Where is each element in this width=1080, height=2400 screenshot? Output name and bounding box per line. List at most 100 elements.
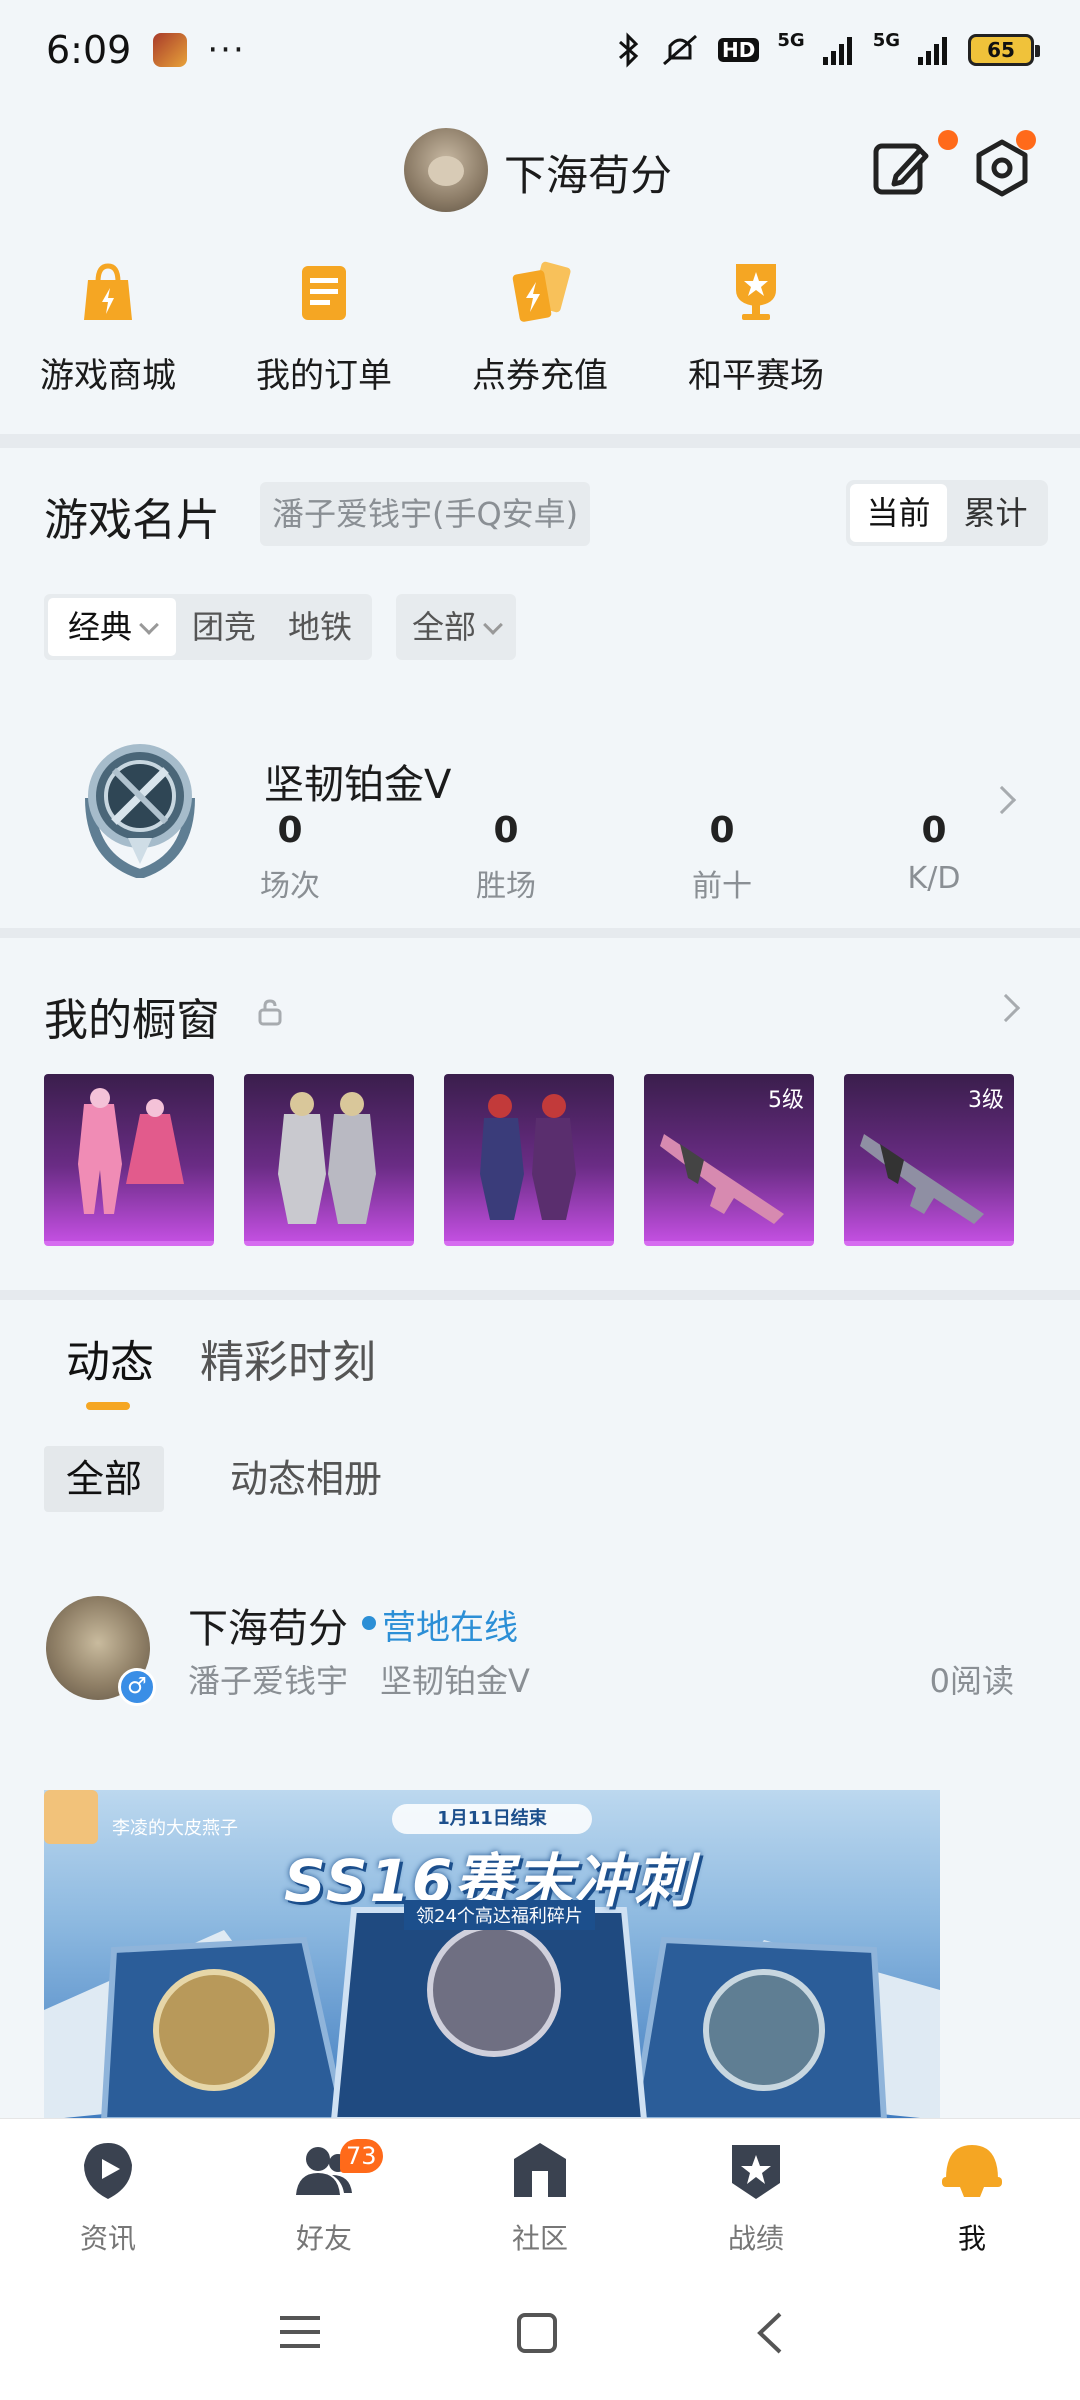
tab-highlights[interactable]: 精彩时刻	[200, 1326, 376, 1390]
showcase-more-arrow-icon[interactable]	[991, 993, 1021, 1023]
quick-menu: 游戏商城 我的订单 点券充值 和平赛场	[0, 260, 1080, 400]
showcase-item-rifle-gray[interactable]: 3级	[844, 1074, 1014, 1246]
helmet-icon	[942, 2145, 1002, 2197]
feed-tabs: 动态 精彩时刻	[66, 1326, 376, 1410]
quick-menu-peace-arena[interactable]: 和平赛场	[666, 260, 846, 397]
banner-date: 1月11日结束	[392, 1804, 592, 1834]
lock-icon[interactable]	[256, 998, 284, 1026]
nav-news[interactable]: 资讯	[48, 2139, 168, 2257]
nav-records[interactable]: 战绩	[696, 2139, 816, 2257]
profile-header: 下海苟分	[0, 120, 1080, 220]
home-square-icon[interactable]	[516, 2312, 558, 2354]
nav-label: 社区	[511, 2222, 568, 2255]
nav-label: 好友	[295, 2222, 352, 2255]
quick-menu-label: 和平赛场	[688, 356, 824, 396]
filter-team-deathmatch[interactable]: 团竞	[176, 598, 272, 656]
edit-icon	[873, 143, 929, 195]
male-gender-icon: ♂	[118, 1668, 156, 1706]
filter-metro[interactable]: 地铁	[272, 598, 368, 656]
filter-all[interactable]: 全部	[396, 594, 517, 660]
settings-button[interactable]	[970, 130, 1036, 200]
username: 下海苟分	[504, 151, 673, 200]
mode-filters: 经典 团竞 地铁 全部	[44, 594, 517, 660]
toggle-current[interactable]: 当前	[850, 484, 947, 542]
signal-icon-1	[822, 37, 852, 65]
status-time: 6:09	[46, 28, 132, 72]
item-level: 5级	[768, 1088, 804, 1113]
network-5g-label-1: 5G	[777, 29, 805, 51]
showcase-item-rifle-pink[interactable]: 5级	[644, 1074, 814, 1246]
stat-kd: 0 K/D	[874, 810, 994, 896]
section-divider	[0, 1290, 1080, 1300]
filter-classic-label: 经典	[68, 608, 133, 646]
quick-menu-label: 游戏商城	[40, 356, 176, 396]
showcase-item-silver-suits[interactable]	[244, 1074, 414, 1246]
period-toggle: 当前 累计	[846, 480, 1048, 546]
chevron-down-icon	[139, 615, 159, 635]
quick-menu-game-mall[interactable]: 游戏商城	[18, 260, 198, 397]
game-account-selector[interactable]: 潘子爱钱宇(手Q安卓)	[260, 482, 590, 546]
battery-icon: 65	[968, 34, 1040, 66]
game-notification-icon	[153, 33, 188, 67]
banner-subtitle: 领24个高达福利碎片	[404, 1900, 595, 1930]
nav-community[interactable]: 社区	[480, 2139, 600, 2257]
rank-emblem-icon	[85, 744, 195, 878]
toggle-cumulative[interactable]: 累计	[947, 484, 1044, 542]
quick-menu-label: 点券充值	[472, 356, 608, 396]
filter-all-label: 全部	[412, 608, 477, 646]
signal-icon-2	[918, 37, 947, 65]
nav-me[interactable]: 我	[912, 2139, 1032, 2257]
stat-label: 胜场	[476, 869, 536, 904]
post-rank: 坚韧铂金V	[380, 1662, 530, 1700]
system-navigation-bar	[0, 2268, 1080, 2400]
tab-activity[interactable]: 动态	[66, 1326, 154, 1410]
edit-profile-button[interactable]	[870, 130, 958, 200]
showcase-item-pink-outfit[interactable]	[44, 1074, 214, 1246]
back-arrow-icon[interactable]	[752, 2310, 788, 2356]
filter-classic[interactable]: 经典	[48, 598, 177, 656]
post-author-name[interactable]: 下海苟分	[188, 1596, 348, 1654]
feed-subtabs: 全部 动态相册	[44, 1446, 404, 1512]
quick-menu-my-orders[interactable]: 我的订单	[234, 260, 414, 397]
showcase-item-red-outfits[interactable]	[444, 1074, 614, 1246]
trophy-icon	[736, 264, 776, 320]
menu-icon[interactable]	[278, 2312, 322, 2352]
outfit-icon	[480, 1094, 576, 1220]
chevron-down-icon	[483, 615, 503, 635]
quick-menu-recharge[interactable]: 点券充值	[450, 260, 630, 397]
outfit-icon	[78, 1088, 184, 1214]
subtab-album[interactable]: 动态相册	[208, 1446, 404, 1512]
section-divider	[0, 434, 1080, 448]
mute-icon	[663, 34, 698, 66]
stat-label: K/D	[907, 861, 961, 896]
showcase-title: 我的橱窗	[44, 995, 220, 1046]
rank-name: 坚韧铂金V	[264, 762, 452, 808]
coupon-recharge-icon	[512, 261, 571, 322]
showcase-items: 5级 3级	[44, 1074, 1014, 1246]
order-clipboard-icon	[302, 266, 346, 320]
stat-top10: 0 前十	[662, 810, 782, 905]
shopping-bag-icon	[84, 263, 132, 320]
stat-wins: 0 胜场	[446, 810, 566, 905]
nav-friends[interactable]: 73 好友	[264, 2139, 384, 2257]
stat-label: 前十	[692, 869, 752, 904]
avatar[interactable]	[404, 128, 488, 212]
online-status-text: 营地在线	[382, 1608, 518, 1648]
nav-label: 资讯	[79, 2222, 136, 2255]
nav-label: 我	[957, 2222, 986, 2255]
post-banner-image[interactable]: 李凌的大皮燕子 1月11日结束 SS16赛末冲刺 领24个高达福利碎片	[44, 1790, 940, 2120]
community-icon	[514, 2143, 566, 2197]
network-5g-label-2: 5G	[872, 29, 900, 51]
item-level: 3级	[968, 1088, 1004, 1113]
subtab-all[interactable]: 全部	[44, 1446, 165, 1512]
stat-label: 场次	[260, 869, 320, 904]
section-divider	[0, 928, 1080, 938]
stat-value: 0	[921, 810, 947, 851]
game-card-title: 游戏名片	[44, 495, 220, 546]
bluetooth-icon	[619, 32, 639, 68]
settings-notification-dot	[1016, 130, 1036, 150]
banner-author: 李凌的大皮燕子	[112, 1818, 238, 1839]
bottom-navigation: 资讯 73 好友 社区 战绩 我	[0, 2118, 1080, 2268]
mode-filter-group: 经典 团竞 地铁	[44, 594, 373, 660]
stat-value: 0	[493, 810, 519, 851]
